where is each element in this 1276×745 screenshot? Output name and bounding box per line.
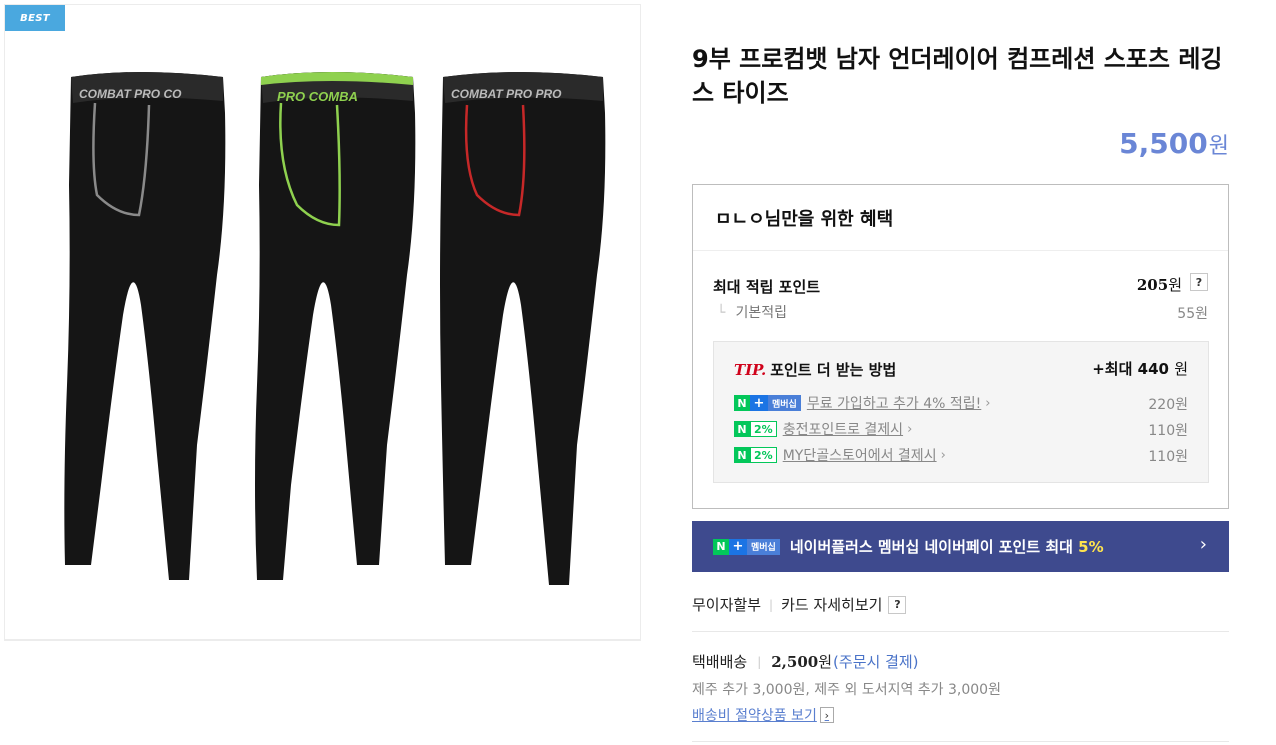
naver-pay-2pct-icon: N 2% [734, 447, 777, 463]
product-title: 9부 프로컴뱃 남자 언더레이어 컴프레션 스포츠 레깅스 타이즈 [692, 45, 1223, 107]
naver-membership-icon: N + 멤버십 [734, 395, 801, 411]
base-point-value: 55원 [1177, 306, 1208, 322]
tree-connector-icon: └ [717, 305, 726, 321]
price-value: 5,500 [1119, 127, 1208, 160]
chevron-right-icon: › [819, 707, 834, 723]
chevron-right-icon: › [985, 395, 991, 411]
divider: | [757, 654, 762, 669]
naver-membership-icon: N + 멤버십 [713, 538, 780, 555]
tip-title: TIP. 포인트 더 받는 방법 [734, 361, 897, 379]
pant-green-image: PRO COMBA [255, 72, 416, 580]
installment-label: 무이자할부 [692, 596, 762, 614]
chevron-right-icon: › [907, 421, 913, 437]
divider: | [769, 597, 774, 612]
benefit-heading: ㅁㄴㅇ님만을 위한 혜택 [693, 185, 1228, 251]
product-gallery: BEST COMBAT PRO CO PRO COMBA COMBAT PRO … [4, 4, 641, 640]
chevron-right-icon: › [940, 447, 946, 463]
shipping-fee-unit: 원 [818, 653, 833, 671]
max-point-label: 최대 적립 포인트 [713, 278, 821, 296]
tip-row-charge-point-value: 110원 [1148, 423, 1188, 439]
pant-red-image: COMBAT PRO PRO [440, 72, 606, 585]
banner-text: 네이버플러스 멤버십 네이버페이 포인트 최대 [789, 538, 1073, 556]
svg-text:COMBAT PRO PRO: COMBAT PRO PRO [451, 87, 562, 101]
tip-box: TIP. 포인트 더 받는 방법 +최대 440 원 N + 멤버십 무료 가입하고 … [713, 341, 1209, 483]
payment-row: 무이자할부 | 카드 자세히보기 ? [692, 594, 907, 615]
divider [692, 631, 1229, 632]
tip-max: +최대 440 원 [1092, 360, 1188, 378]
tip-row-charge-point[interactable]: N 2% 충전포인트로 결제시 › [734, 420, 912, 438]
max-point-value: 205원 [1136, 276, 1182, 294]
tip-row-membership[interactable]: N + 멤버십 무료 가입하고 추가 4% 적립! › [734, 394, 990, 412]
card-detail-link[interactable]: 카드 자세히보기 [781, 594, 882, 615]
card-help-button[interactable]: ? [888, 595, 907, 614]
tip-row-my-store[interactable]: N 2% MY단골스토어에서 결제시 › [734, 446, 946, 464]
shipping-row: 택배배송 | 2,500 원 (주문시 결제) [692, 651, 919, 672]
svg-text:COMBAT PRO CO: COMBAT PRO CO [79, 87, 182, 101]
shipping-fee: 2,500 [771, 652, 819, 671]
pant-grey-image: COMBAT PRO CO [64, 72, 226, 580]
banner-highlight: 5% [1078, 537, 1104, 556]
naver-plus-membership-banner[interactable]: N + 멤버십 네이버플러스 멤버십 네이버페이 포인트 최대 5% › [692, 521, 1229, 572]
base-point-label: 기본적립 [735, 305, 787, 321]
best-badge: BEST [5, 5, 65, 31]
chevron-right-icon: › [1199, 534, 1207, 555]
base-point-row: └ 기본적립 [717, 302, 787, 322]
naver-pay-2pct-icon: N 2% [734, 421, 777, 437]
tip-row-membership-value: 220원 [1148, 397, 1188, 413]
product-price: 5,500원 [1119, 127, 1229, 160]
svg-text:PRO COMBA: PRO COMBA [277, 89, 358, 104]
shipping-note: 제주 추가 3,000원, 제주 외 도서지역 추가 3,000원 [692, 682, 1001, 698]
benefit-box: ㅁㄴㅇ님만을 위한 혜택 최대 적립 포인트 205원 ? └ 기본적립 55원 … [692, 184, 1229, 509]
price-unit: 원 [1208, 134, 1229, 159]
max-point-help-button[interactable]: ? [1190, 273, 1208, 291]
gallery-divider [4, 640, 641, 641]
product-image[interactable]: COMBAT PRO CO PRO COMBA COMBAT PRO PRO [57, 65, 617, 595]
tip-row-my-store-value: 110원 [1148, 449, 1188, 465]
shipping-saving-link[interactable]: 배송비 절약상품 보기 › [692, 705, 834, 725]
shipping-condition: (주문시 결제) [833, 653, 919, 671]
divider [692, 741, 1229, 742]
shipping-method: 택배배송 [692, 653, 748, 671]
